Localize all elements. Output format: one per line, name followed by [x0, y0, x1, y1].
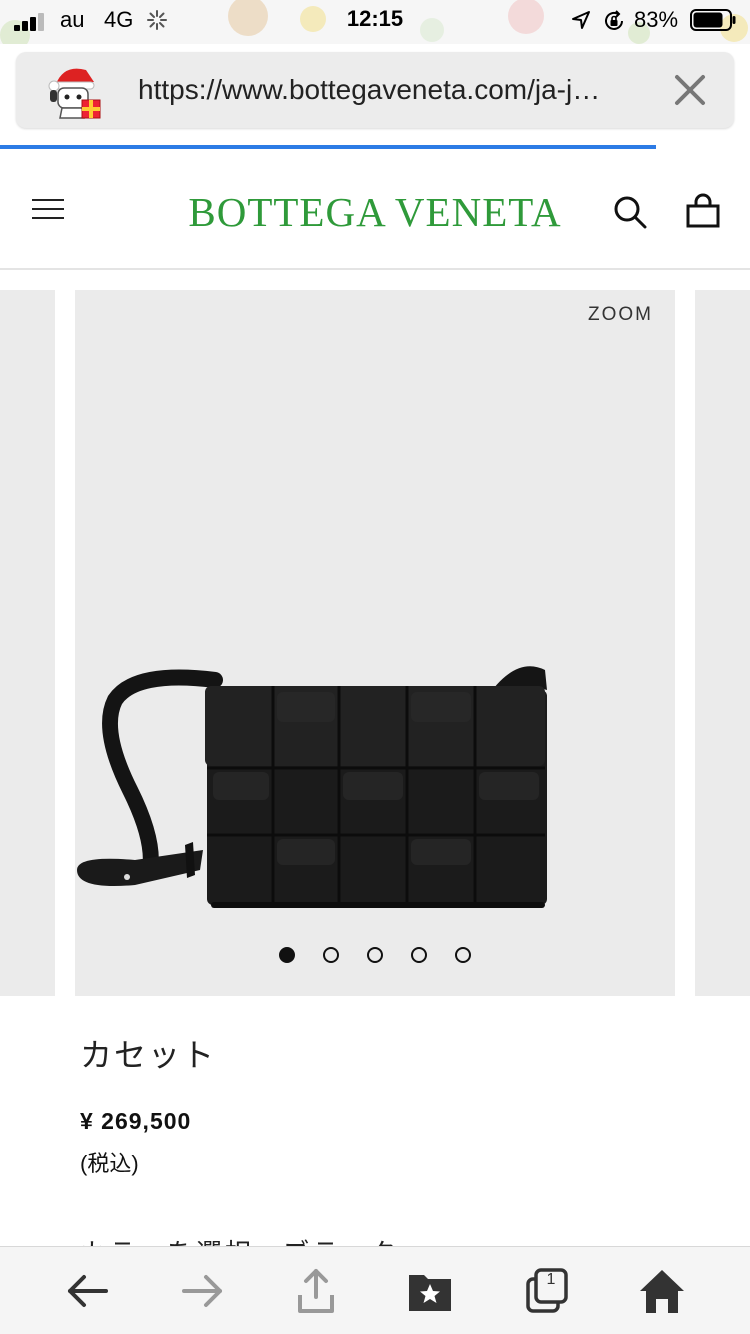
rotation-lock-icon — [605, 10, 623, 30]
carousel-pagination — [75, 947, 675, 967]
carousel-dot[interactable] — [455, 947, 471, 963]
address-bar[interactable]: https://www.bottegaveneta.com/ja-j… — [16, 52, 734, 128]
browser-toolbar: 1 — [0, 1246, 750, 1334]
search-icon[interactable] — [612, 194, 648, 230]
carousel-dot[interactable] — [323, 947, 339, 963]
carousel-dot[interactable] — [279, 947, 295, 963]
bookmarks-icon[interactable] — [406, 1267, 454, 1315]
product-name: カセット — [80, 1037, 217, 1073]
page-load-progress-bar — [0, 145, 656, 149]
close-icon[interactable] — [672, 72, 708, 108]
product-photo — [77, 666, 547, 908]
battery-icon — [690, 9, 736, 31]
status-bar: au 4G 12:15 83% — [0, 0, 750, 44]
carousel-dot[interactable] — [367, 947, 383, 963]
next-slide-peek[interactable] — [695, 290, 750, 996]
santa-mascot-icon[interactable] — [44, 60, 108, 122]
back-arrow-icon[interactable] — [64, 1267, 112, 1315]
zoom-button[interactable]: ZOOM — [588, 304, 653, 326]
site-header: BOTTEGA VENETA — [0, 150, 750, 270]
shopping-bag-icon[interactable] — [684, 192, 722, 230]
carousel-dot[interactable] — [411, 947, 427, 963]
product-image-slide[interactable]: ZOOM — [75, 290, 675, 996]
battery-percentage: 83% — [634, 7, 679, 32]
tab-count: 1 — [546, 1271, 556, 1288]
home-icon[interactable] — [638, 1267, 686, 1315]
url-text[interactable]: https://www.bottegaveneta.com/ja-j… — [138, 74, 658, 106]
location-arrow-icon — [572, 11, 590, 29]
forward-arrow-icon[interactable] — [178, 1267, 226, 1315]
share-icon[interactable] — [292, 1267, 340, 1315]
previous-slide-peek[interactable] — [0, 290, 55, 996]
product-image-carousel[interactable]: ZOOM — [0, 290, 750, 998]
tabs-button[interactable]: 1 — [524, 1267, 572, 1315]
product-price: ¥ 269,500 — [80, 1108, 192, 1134]
tax-note: (税込) — [80, 1151, 139, 1176]
color-selector-label[interactable]: カラーを選択 ブラック — [80, 1233, 399, 1247]
